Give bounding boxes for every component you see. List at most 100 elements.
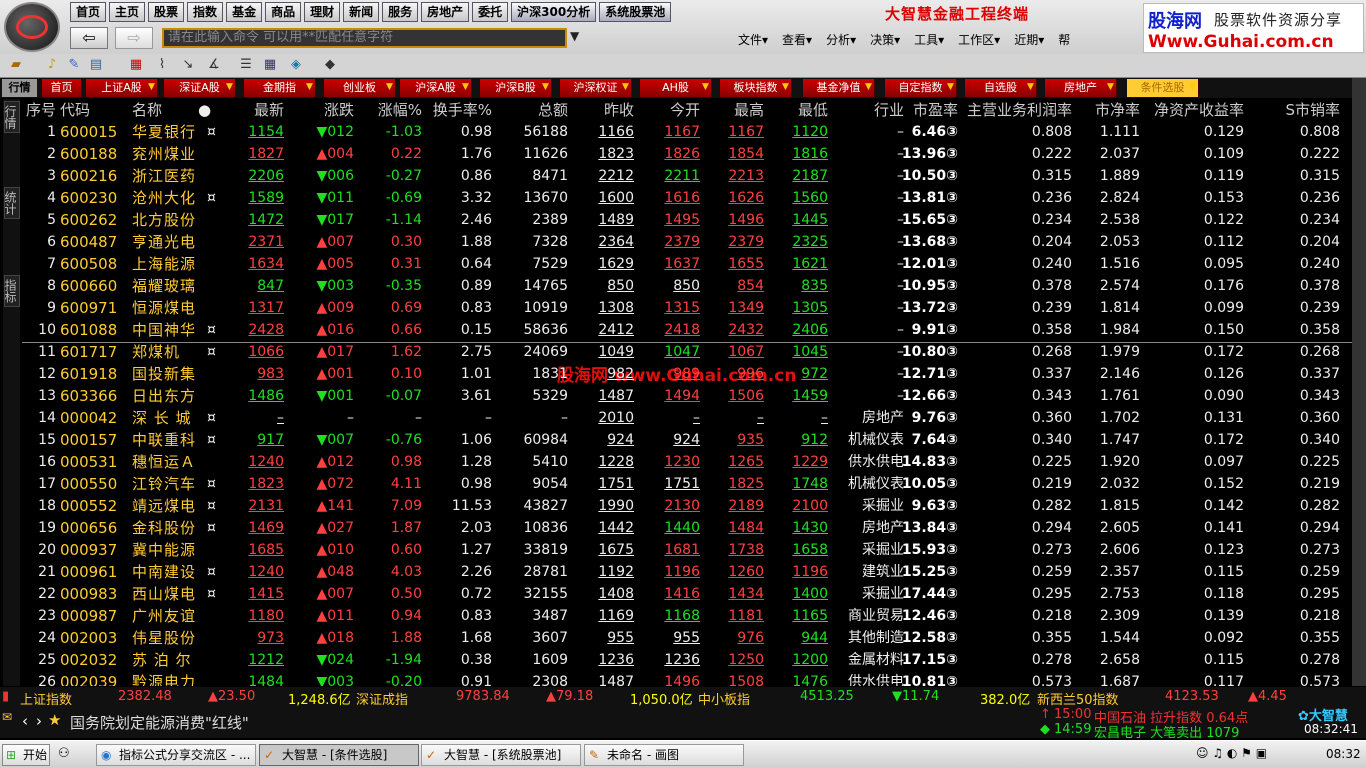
column-header[interactable]: 序号	[26, 99, 56, 121]
layout-icon[interactable]: ▤	[88, 57, 104, 73]
table-row[interactable]: 26 002039 黔源电力 1484 ▼003 -0.20 0.91 2308 1487 149…	[22, 671, 1352, 686]
column-header[interactable]: 代码	[60, 99, 90, 121]
trend-icon[interactable]: ↘	[180, 57, 196, 73]
table-row[interactable]: 11 601717 郑煤机 ¤ 1066 ▲017 1.62 2.75 24069 1049 104…	[22, 341, 1352, 363]
column-header[interactable]: 今开	[670, 99, 700, 121]
table-row[interactable]: 23 000987 广州友谊 1180 ▲011 0.94 0.83 3487 1169 1168…	[22, 605, 1352, 627]
quicklaunch-icon[interactable]: ⚇	[58, 746, 70, 761]
table-row[interactable]: 8 600660 福耀玻璃 847 ▼003 -0.35 0.89 14765 850 850 85…	[22, 275, 1352, 297]
nav-7[interactable]: 新闻	[343, 2, 380, 22]
tab-0[interactable]: 行情	[2, 79, 38, 97]
tab-dropdown-icon[interactable]: ▼	[622, 82, 629, 92]
folder-icon[interactable]: ▰	[8, 57, 24, 73]
menu-5[interactable]: 工作区▾	[958, 31, 1000, 48]
table-row[interactable]: 7 600508 上海能源 1634 ▲005 0.31 0.64 7529 1629 1637 1…	[22, 253, 1352, 275]
nav-8[interactable]: 服务	[382, 2, 419, 22]
table-row[interactable]: 6 600487 亨通光电 2371 ▲007 0.30 1.88 7328 2364 2379 2…	[22, 231, 1352, 253]
tab-dropdown-icon[interactable]: ▼	[1107, 82, 1114, 92]
nav-0[interactable]: 首页	[70, 2, 107, 22]
nav-12[interactable]: 系统股票池	[599, 2, 672, 22]
alert-text-1[interactable]: 宏昌电子 大笔卖出 1079	[1094, 722, 1239, 741]
sz-index-name[interactable]: 深证成指	[356, 689, 408, 708]
table-row[interactable]: 14 000042 深 长 城 ¤ – – – – – 2010 – – – 房地产 9.76③ 0.360 1…	[22, 407, 1352, 429]
table-row[interactable]: 18 000552 靖远煤电 ¤ 2131 ▲141 7.09 11.53 43827 1990 2…	[22, 495, 1352, 517]
column-header[interactable]: 主营业务利润率	[967, 99, 1072, 121]
tab-dropdown-icon[interactable]: ▼	[782, 82, 789, 92]
table-row[interactable]: 2 600188 兖州煤业 1827 ▲004 0.22 1.76 11626 1823 1826…	[22, 143, 1352, 165]
zx-index-name[interactable]: 中小板指	[698, 689, 750, 708]
bell-icon[interactable]: ♪	[44, 57, 60, 73]
tab-dropdown-icon[interactable]: ▼	[226, 82, 233, 92]
prev-news-icon[interactable]: ‹	[22, 712, 28, 730]
nav-1[interactable]: 主页	[109, 2, 146, 22]
xsb-index-name[interactable]: 新西兰50指数	[1037, 689, 1119, 708]
table-row[interactable]: 24 002003 伟星股份 973 ▲018 1.88 1.68 3607 955 955 976…	[22, 627, 1352, 649]
column-header[interactable]: 昨收	[604, 99, 634, 121]
nav-3[interactable]: 指数	[187, 2, 224, 22]
column-header[interactable]: 总额	[538, 99, 568, 121]
menu-0[interactable]: 文件▾	[738, 31, 768, 48]
task-paint[interactable]: ✎ 未命名 - 画图	[584, 744, 744, 766]
column-header[interactable]: ●	[198, 99, 211, 121]
table-row[interactable]: 1 600015 华夏银行 ¤ 1154 ▼012 -1.03 0.98 56188 1166 11…	[22, 121, 1352, 143]
vertical-scrollbar[interactable]	[1352, 78, 1366, 686]
table-row[interactable]: 21 000961 中南建设 ¤ 1240 ▲048 4.03 2.26 28781 1192 11…	[22, 561, 1352, 583]
nav-10[interactable]: 委托	[472, 2, 509, 22]
news-headline[interactable]: 国务院划定能源消费"红线"	[70, 712, 249, 733]
table-row[interactable]: 4 600230 沧州大化 ¤ 1589 ▼011 -0.69 3.32 13670 1600 16…	[22, 187, 1352, 209]
table-row[interactable]: 9 600971 恒源煤电 1317 ▲009 0.69 0.83 10919 1308 1315…	[22, 297, 1352, 319]
menu-7[interactable]: 帮	[1058, 31, 1070, 48]
nav-11[interactable]: 沪深300分析	[511, 2, 597, 22]
nav-4[interactable]: 基金	[226, 2, 263, 22]
table-row[interactable]: 20 000937 冀中能源 1685 ▲010 0.60 1.27 33819 1675 168…	[22, 539, 1352, 561]
tray-icons[interactable]: ☺ ♫ ◐ ⚑ ▣	[1196, 746, 1267, 760]
table-row[interactable]: 22 000983 西山煤电 ¤ 1415 ▲007 0.50 0.72 32155 1408 14…	[22, 583, 1352, 605]
column-header[interactable]: 涨跌	[324, 99, 354, 121]
table-row[interactable]: 12 601918 国投新集 983 ▲001 0.10 1.01 1831 982 989 996…	[22, 363, 1352, 385]
command-input[interactable]: 请在此输入命令 可以用**匹配任意字符	[162, 28, 567, 48]
back-button[interactable]: ⇦	[70, 27, 108, 49]
table-row[interactable]: 5 600262 北方股份 1472 ▼017 -1.14 2.46 2389 1489 1495…	[22, 209, 1352, 231]
tab-dropdown-icon[interactable]: ▼	[865, 82, 872, 92]
menu-1[interactable]: 查看▾	[782, 31, 812, 48]
note-icon[interactable]: ✎	[66, 57, 82, 73]
column-header[interactable]: S市销率	[1285, 99, 1340, 121]
tab-dropdown-icon[interactable]: ▼	[542, 82, 549, 92]
column-header[interactable]: 最高	[734, 99, 764, 121]
task-dzh-pool[interactable]: ✓ 大智慧 - [系统股票池]	[421, 744, 581, 766]
nav-2[interactable]: 股票	[148, 2, 185, 22]
sh-index-name[interactable]: 上证指数	[20, 689, 72, 708]
table-row[interactable]: 17 000550 江铃汽车 ¤ 1823 ▲072 4.11 0.98 9054 1751 175…	[22, 473, 1352, 495]
forward-button[interactable]: ⇨	[115, 27, 153, 49]
tab-dropdown-icon[interactable]: ▼	[702, 82, 709, 92]
tab-dropdown-icon[interactable]: ▼	[947, 82, 954, 92]
tab-dropdown-icon[interactable]: ▼	[386, 82, 393, 92]
menu-2[interactable]: 分析▾	[826, 31, 856, 48]
column-header[interactable]: 换手率%	[433, 99, 492, 121]
table-row[interactable]: 15 000157 中联重科 ¤ 917 ▼007 -0.76 1.06 60984 924 924…	[22, 429, 1352, 451]
menu-3[interactable]: 决策▾	[870, 31, 900, 48]
table-row[interactable]: 25 002032 苏 泊 尔 1212 ▼024 -1.94 0.38 1609 1236 12…	[22, 649, 1352, 671]
star-icon[interactable]: ★	[48, 711, 61, 729]
menu-6[interactable]: 近期▾	[1014, 31, 1044, 48]
tab-dropdown-icon[interactable]: ▼	[462, 82, 469, 92]
chart-icon[interactable]: ▦	[128, 57, 144, 73]
tab-1[interactable]: 首页	[42, 79, 82, 97]
start-button[interactable]: ⊞ 开始	[2, 744, 50, 766]
task-dzh-condition[interactable]: ✓ 大智慧 - [条件选股]	[259, 744, 419, 766]
table-row[interactable]: 10 601088 中国神华 ¤ 2428 ▲016 0.66 0.15 58636 2412 24…	[22, 319, 1352, 341]
tab-dropdown-icon[interactable]: ▼	[306, 82, 313, 92]
column-header[interactable]: 市盈率	[913, 99, 958, 121]
command-dropdown-icon[interactable]: ▼	[570, 29, 579, 43]
trade-icon[interactable]: ◈	[288, 57, 304, 73]
column-header[interactable]: 行业	[874, 99, 904, 121]
tab-dropdown-icon[interactable]: ▼	[1189, 82, 1196, 92]
side-tab-zhibiao[interactable]: 指标	[3, 275, 20, 307]
diamond-icon[interactable]: ◆	[322, 57, 338, 73]
side-tab-hangqing[interactable]: 行情	[3, 101, 20, 133]
table-row[interactable]: 16 000531 穗恒运Ａ 1240 ▲012 0.98 1.28 5410 1228 1230…	[22, 451, 1352, 473]
tab-dropdown-icon[interactable]: ▼	[1027, 82, 1034, 92]
column-header[interactable]: 市净率	[1095, 99, 1140, 121]
task-forum[interactable]: ◉ 指标公式分享交流区 - ...	[96, 744, 256, 766]
nav-5[interactable]: 商品	[265, 2, 302, 22]
